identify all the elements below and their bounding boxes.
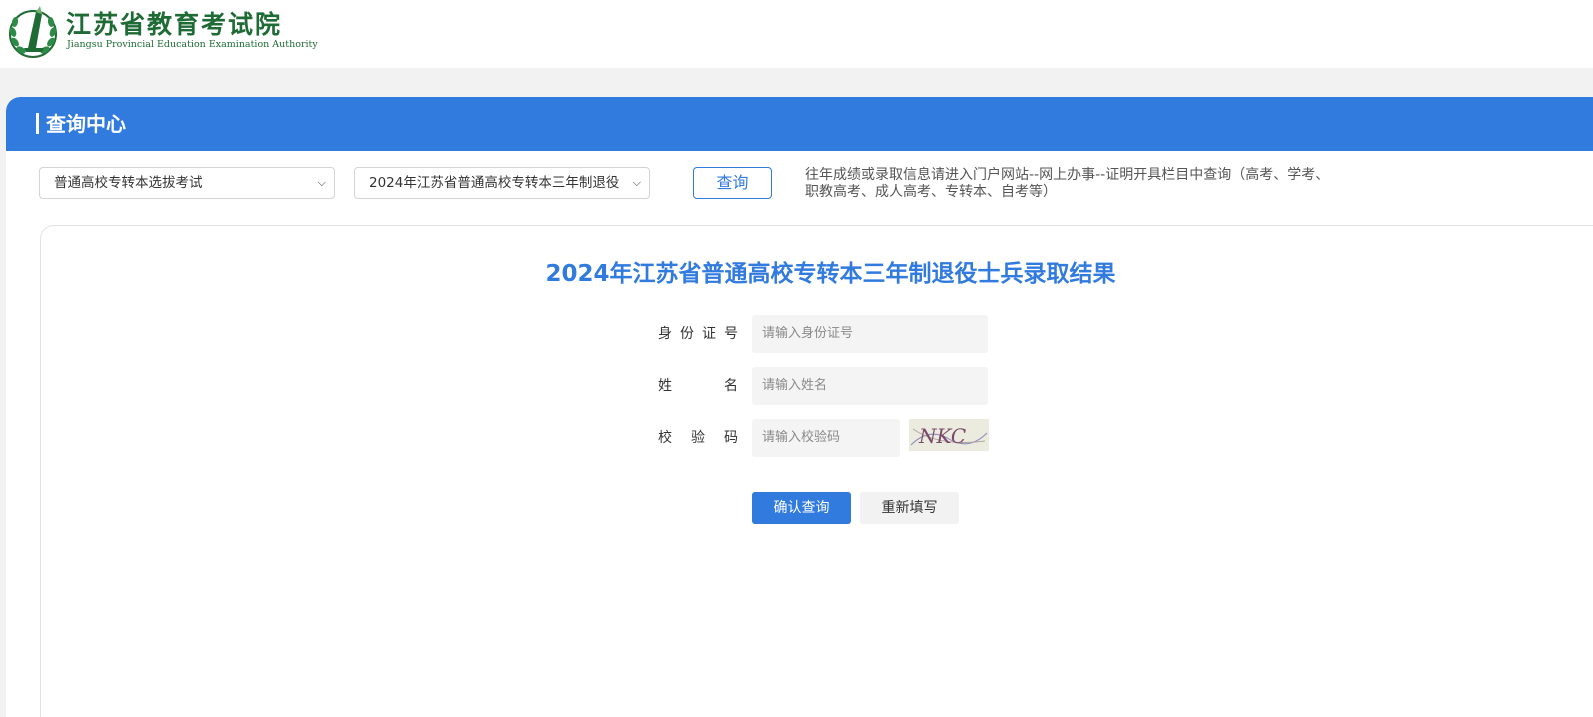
panel-title-text: 查询中心	[46, 112, 126, 136]
org-name-en: Jiangsu Provincial Education Examination…	[67, 39, 318, 50]
exam-project-select[interactable]: 2024年江苏省普通高校专转本三年制退役 ⌵	[354, 167, 650, 199]
name-label: 姓名	[658, 378, 738, 394]
query-center-panel: 查询中心 普通高校专转本选拔考试 ⌵ 2024年江苏省普通高校专转本三年制退役 …	[6, 97, 1593, 717]
confirm-query-button[interactable]: 确认查询	[752, 492, 851, 524]
exam-project-select-value: 2024年江苏省普通高校专转本三年制退役	[369, 175, 620, 191]
result-query-card	[40, 225, 1593, 717]
captcha-image[interactable]: NKC	[909, 419, 989, 451]
emblem-logo-icon[interactable]: · · · · · ·	[6, 4, 60, 60]
site-header: · · · · · · 江苏省教育考试院 Jiangsu Provincial …	[0, 0, 1593, 68]
panel-header: 查询中心	[6, 97, 1593, 151]
name-input[interactable]: 请输入姓名	[752, 367, 988, 405]
title-bar-decoration	[36, 113, 39, 134]
captcha-text: NKC	[918, 424, 966, 448]
captcha-label: 校验码	[658, 430, 738, 446]
chevron-down-icon: ⌵	[317, 176, 326, 189]
id-number-label: 身份证号	[658, 326, 738, 342]
panel-title: 查询中心	[36, 111, 126, 137]
exam-type-select-value: 普通高校专转本选拔考试	[54, 175, 203, 191]
result-title: 2024年江苏省普通高校专转本三年制退役士兵录取结果	[545, 261, 1116, 287]
exam-type-select[interactable]: 普通高校专转本选拔考试 ⌵	[39, 167, 335, 199]
svg-text:· · · · · ·: · · · · · ·	[24, 54, 42, 60]
reset-form-button[interactable]: 重新填写	[860, 492, 959, 524]
query-button[interactable]: 查询	[693, 167, 772, 199]
notice-text: 往年成绩或录取信息请进入门户网站--网上办事--证明开具栏目中查询（高考、学考、…	[805, 167, 1330, 200]
captcha-input[interactable]: 请输入校验码	[752, 419, 900, 457]
org-name-cn: 江苏省教育考试院	[66, 10, 283, 39]
id-number-input[interactable]: 请输入身份证号	[752, 315, 988, 353]
chevron-down-icon: ⌵	[632, 176, 641, 189]
